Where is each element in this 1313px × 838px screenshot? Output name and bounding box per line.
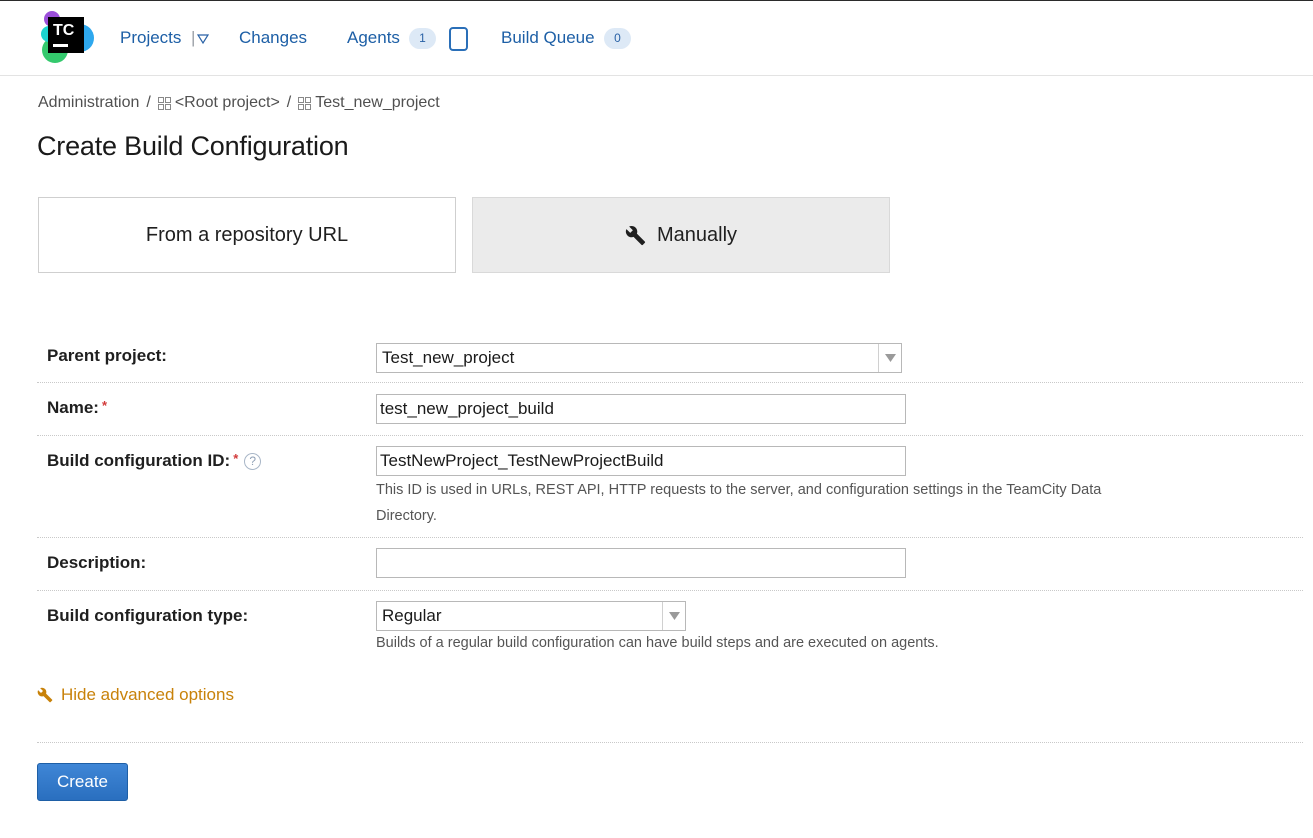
project-grid-icon (298, 96, 312, 110)
agents-count-badge: 1 (409, 28, 436, 49)
hide-advanced-options-label: Hide advanced options (61, 685, 234, 704)
parent-project-value: Test_new_project (382, 348, 515, 367)
required-marker: * (101, 398, 108, 413)
build-config-id-label: Build configuration ID: *? (47, 451, 262, 471)
required-marker: * (233, 451, 239, 466)
build-config-type-value: Regular (382, 606, 442, 625)
hide-advanced-options-link[interactable]: Hide advanced options (37, 685, 234, 705)
top-navigation-bar: TC Projects | Changes Agents 1 Build Que… (0, 0, 1313, 76)
from-repository-url-label: From a repository URL (145, 223, 349, 246)
help-icon[interactable]: ? (244, 453, 262, 470)
chevron-down-icon[interactable] (662, 602, 685, 630)
build-config-id-hint: This ID is used in URLs, REST API, HTTP … (376, 482, 1102, 524)
row-divider (37, 382, 1303, 383)
parent-project-select[interactable]: Test_new_project (376, 343, 902, 373)
nav-changes-link[interactable]: Changes (239, 28, 307, 48)
name-label: Name: * (47, 398, 108, 417)
manually-tile[interactable]: Manually (472, 197, 890, 273)
row-divider (37, 590, 1303, 591)
wrench-icon (625, 225, 646, 245)
nav-projects-link[interactable]: Projects (120, 28, 181, 48)
breadcrumb-current-project[interactable]: Test_new_project (315, 94, 440, 112)
chevron-down-icon[interactable] (878, 344, 901, 372)
manually-label: Manually (656, 223, 738, 246)
projects-separator: | (191, 28, 196, 47)
create-button[interactable]: Create (37, 763, 128, 801)
breadcrumb-root-project[interactable]: <Root project> (175, 94, 280, 112)
build-config-type-hint: Builds of a regular build configuration … (376, 635, 939, 651)
project-grid-icon (157, 96, 171, 110)
row-divider (37, 435, 1303, 436)
parent-project-label: Parent project: (47, 346, 167, 365)
breadcrumb-separator: / (286, 94, 292, 111)
page-title: Create Build Configuration (37, 131, 349, 161)
breadcrumb-separator: / (146, 94, 151, 111)
breadcrumb: Administration / <Root project> / Test_n… (38, 94, 440, 112)
svg-text:TC: TC (53, 22, 75, 39)
build-config-id-field[interactable] (376, 446, 906, 476)
breadcrumb-administration[interactable]: Administration (38, 94, 139, 112)
nav-build-queue-link[interactable]: Build Queue (501, 28, 595, 48)
build-queue-count-badge: 0 (604, 28, 631, 49)
name-field[interactable] (376, 394, 906, 424)
build-config-type-select[interactable]: Regular (376, 601, 686, 631)
wrench-icon (37, 687, 53, 703)
teamcity-logo[interactable]: TC (40, 10, 94, 64)
row-divider (37, 537, 1303, 538)
build-config-type-label: Build configuration type: (47, 606, 249, 625)
row-divider (37, 742, 1303, 743)
description-field[interactable] (376, 548, 906, 578)
from-repository-url-tile[interactable]: From a repository URL (38, 197, 456, 273)
nav-agents-link[interactable]: Agents (347, 28, 400, 48)
description-label: Description: (47, 553, 147, 572)
agent-device-icon[interactable] (449, 27, 468, 51)
triangle-down-icon[interactable] (197, 33, 209, 45)
